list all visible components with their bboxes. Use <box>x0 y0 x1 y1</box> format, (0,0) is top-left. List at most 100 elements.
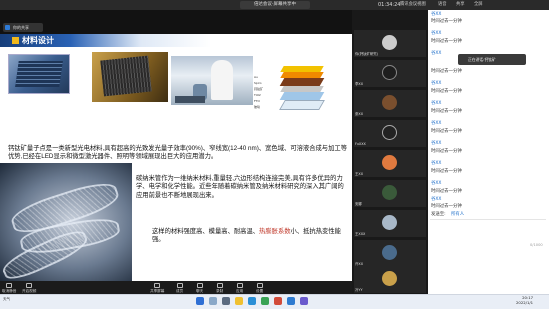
avatar <box>382 271 397 286</box>
avatar <box>382 185 397 200</box>
participant-tile[interactable]: 冷YY <box>354 266 426 293</box>
record-label: 录制 <box>216 289 224 293</box>
nanotube-paragraph: 碳纳米管作为一维纳米材料,重量轻,六边形结构连接完美,具有许多优异的力学、电学和… <box>136 175 344 199</box>
avatar <box>382 35 397 50</box>
material-properties-paragraph: 这样的材料强度高、模量高、耐高温、热膨胀系数小、抵抗热变性能强。 <box>152 228 342 245</box>
participant-tile[interactable]: 张XX <box>354 90 426 117</box>
char-count: 0/1000 <box>530 243 543 247</box>
chat-label: 聊天 <box>196 289 204 293</box>
chat-message: 时间过去一分钟 <box>431 39 462 44</box>
screen-share-icon <box>154 283 161 288</box>
record-button[interactable]: 录制 <box>216 283 223 294</box>
chat-input[interactable] <box>430 219 546 243</box>
participant-tile[interactable]: 李XX <box>354 60 426 87</box>
participant-name: 你(钙钛矿研究) <box>355 52 378 56</box>
chat-message: 时间过去一分钟 <box>431 129 462 134</box>
meeting-app-icon[interactable] <box>287 297 295 305</box>
video-button[interactable]: 开启视频 <box>22 283 36 294</box>
chat-message: 时间过去一分钟 <box>431 149 462 154</box>
meeting-timer: 01:34:24 <box>378 2 401 8</box>
chat-message: 时间过去一分钟 <box>431 169 462 174</box>
chat-sender: 谷XX <box>431 81 442 86</box>
perovskite-paragraph: 钙钛矿量子点是一类新型光电材料,具有超高的光致发光量子效率(90%)、窄线宽(1… <box>8 145 347 161</box>
chat-sender: 谷XX <box>431 161 442 166</box>
square-icon <box>12 37 19 44</box>
lab-worker-image <box>171 56 253 105</box>
chat-button[interactable]: 聊天 <box>196 283 203 294</box>
participant-name: 冷YY <box>355 288 363 292</box>
share-button[interactable]: 共享 <box>456 1 465 9</box>
participant-tile[interactable]: FuXXX <box>354 120 426 147</box>
participant-name: 李XX <box>355 82 364 86</box>
structure-labels: Au Spiro 钙钛矿 TiO2 FTO 玻璃 <box>254 74 280 110</box>
thermal-expansion-link[interactable]: 热膨胀系数 <box>259 228 290 235</box>
solar-cell-image <box>8 54 70 94</box>
avatar <box>382 215 397 230</box>
app-icon[interactable] <box>300 297 308 305</box>
chat-sender: 谷XX <box>431 121 442 126</box>
chat-sender: 谷XX <box>431 141 442 146</box>
weather-widget[interactable]: 天气 <box>3 297 10 302</box>
video-label: 开启视频 <box>22 289 37 293</box>
screen-share-button[interactable]: 共享屏幕 <box>150 283 164 294</box>
chat-message: 时间过去一分钟 <box>431 204 462 209</box>
chat-message: 时间过去一分钟 <box>431 19 462 24</box>
solar-panel-image <box>92 52 168 102</box>
participant-tile[interactable]: 你(钙钛矿研究) <box>354 30 426 57</box>
apps-button[interactable]: 应用 <box>236 283 243 294</box>
screen-share-label: 共享屏幕 <box>150 289 165 293</box>
participant-list: 你(钙钛矿研究) 李XX 张XX FuXXX 王XX 安娜 王XXX 许XX 冷… <box>352 10 428 294</box>
view-button[interactable]: 腾讯会议视图 <box>400 1 426 9</box>
participant-name: 王XX <box>355 172 364 176</box>
participant-name: 王XXX <box>355 232 366 236</box>
settings-button[interactable]: 设置 <box>256 283 263 294</box>
participant-name: 张XX <box>355 112 364 116</box>
chat-sender: 谷XX <box>431 197 442 202</box>
shared-slide: 材料设计 Au Spiro 钙钛矿 TiO2 FTO 玻璃 钙钛矿量子点是一类新… <box>0 34 352 281</box>
device-structure-diagram: Au Spiro 钙钛矿 TiO2 FTO 玻璃 <box>254 56 342 116</box>
avatar <box>382 65 397 80</box>
participant-tile[interactable]: 王XXX <box>354 210 426 237</box>
slide-title: 材料设计 <box>22 36 54 45</box>
start-icon[interactable] <box>196 297 204 305</box>
chat-message: 时间过去一分钟 <box>431 69 462 74</box>
share-icon <box>5 25 10 30</box>
members-button[interactable]: 成员 <box>176 283 183 294</box>
participant-tile[interactable]: 王XX <box>354 150 426 177</box>
avatar <box>382 125 397 140</box>
mute-button[interactable]: 取消静音 <box>2 283 16 294</box>
chat-message: 时间过去一分钟 <box>431 89 462 94</box>
task-view-icon[interactable] <box>222 297 230 305</box>
browser-icon[interactable] <box>248 297 256 305</box>
participant-tile[interactable]: 安娜 <box>354 180 426 207</box>
chat-message: 时间过去一分钟 <box>431 189 462 194</box>
folder-icon[interactable] <box>235 297 243 305</box>
chat-sender: 谷XX <box>431 101 442 106</box>
chat-panel: 谷XX 时间过去一分钟 谷XX 时间过去一分钟 谷XX 时间过去一分钟 谷XX … <box>428 10 549 294</box>
fullscreen-button[interactable]: 全屏 <box>474 1 483 9</box>
mic-icon <box>6 283 13 288</box>
voice-button[interactable]: 语音 <box>438 1 447 9</box>
properties-text: 这样的材料强度高、模量高、耐高温、 <box>152 228 260 235</box>
presentation-icon[interactable] <box>274 297 282 305</box>
chat-sender: 谷XX <box>431 181 442 186</box>
send-to-select[interactable]: 所有人 <box>451 211 464 217</box>
avatar <box>382 245 397 260</box>
speaking-tooltip: 正在讲话:钙钛矿 <box>458 54 526 65</box>
send-to-label: 发送至: <box>431 212 446 217</box>
search-icon[interactable] <box>209 297 217 305</box>
meeting-title: 倍达会议-屏幕共享中 <box>240 1 310 9</box>
app-icon[interactable] <box>261 297 269 305</box>
members-label: 成员 <box>176 289 184 293</box>
chat-icon <box>196 283 203 288</box>
chat-sender: 谷XX <box>431 31 442 36</box>
clock-date: 2022/1/1 <box>516 300 534 305</box>
carbon-nanotube-image <box>0 163 132 281</box>
mute-label: 取消静音 <box>2 289 17 293</box>
avatar <box>382 95 397 110</box>
apps-icon <box>236 283 243 288</box>
gear-icon <box>256 283 263 288</box>
avatar <box>382 155 397 170</box>
participant-tile[interactable]: 许XX <box>354 240 426 267</box>
members-icon <box>176 283 183 288</box>
